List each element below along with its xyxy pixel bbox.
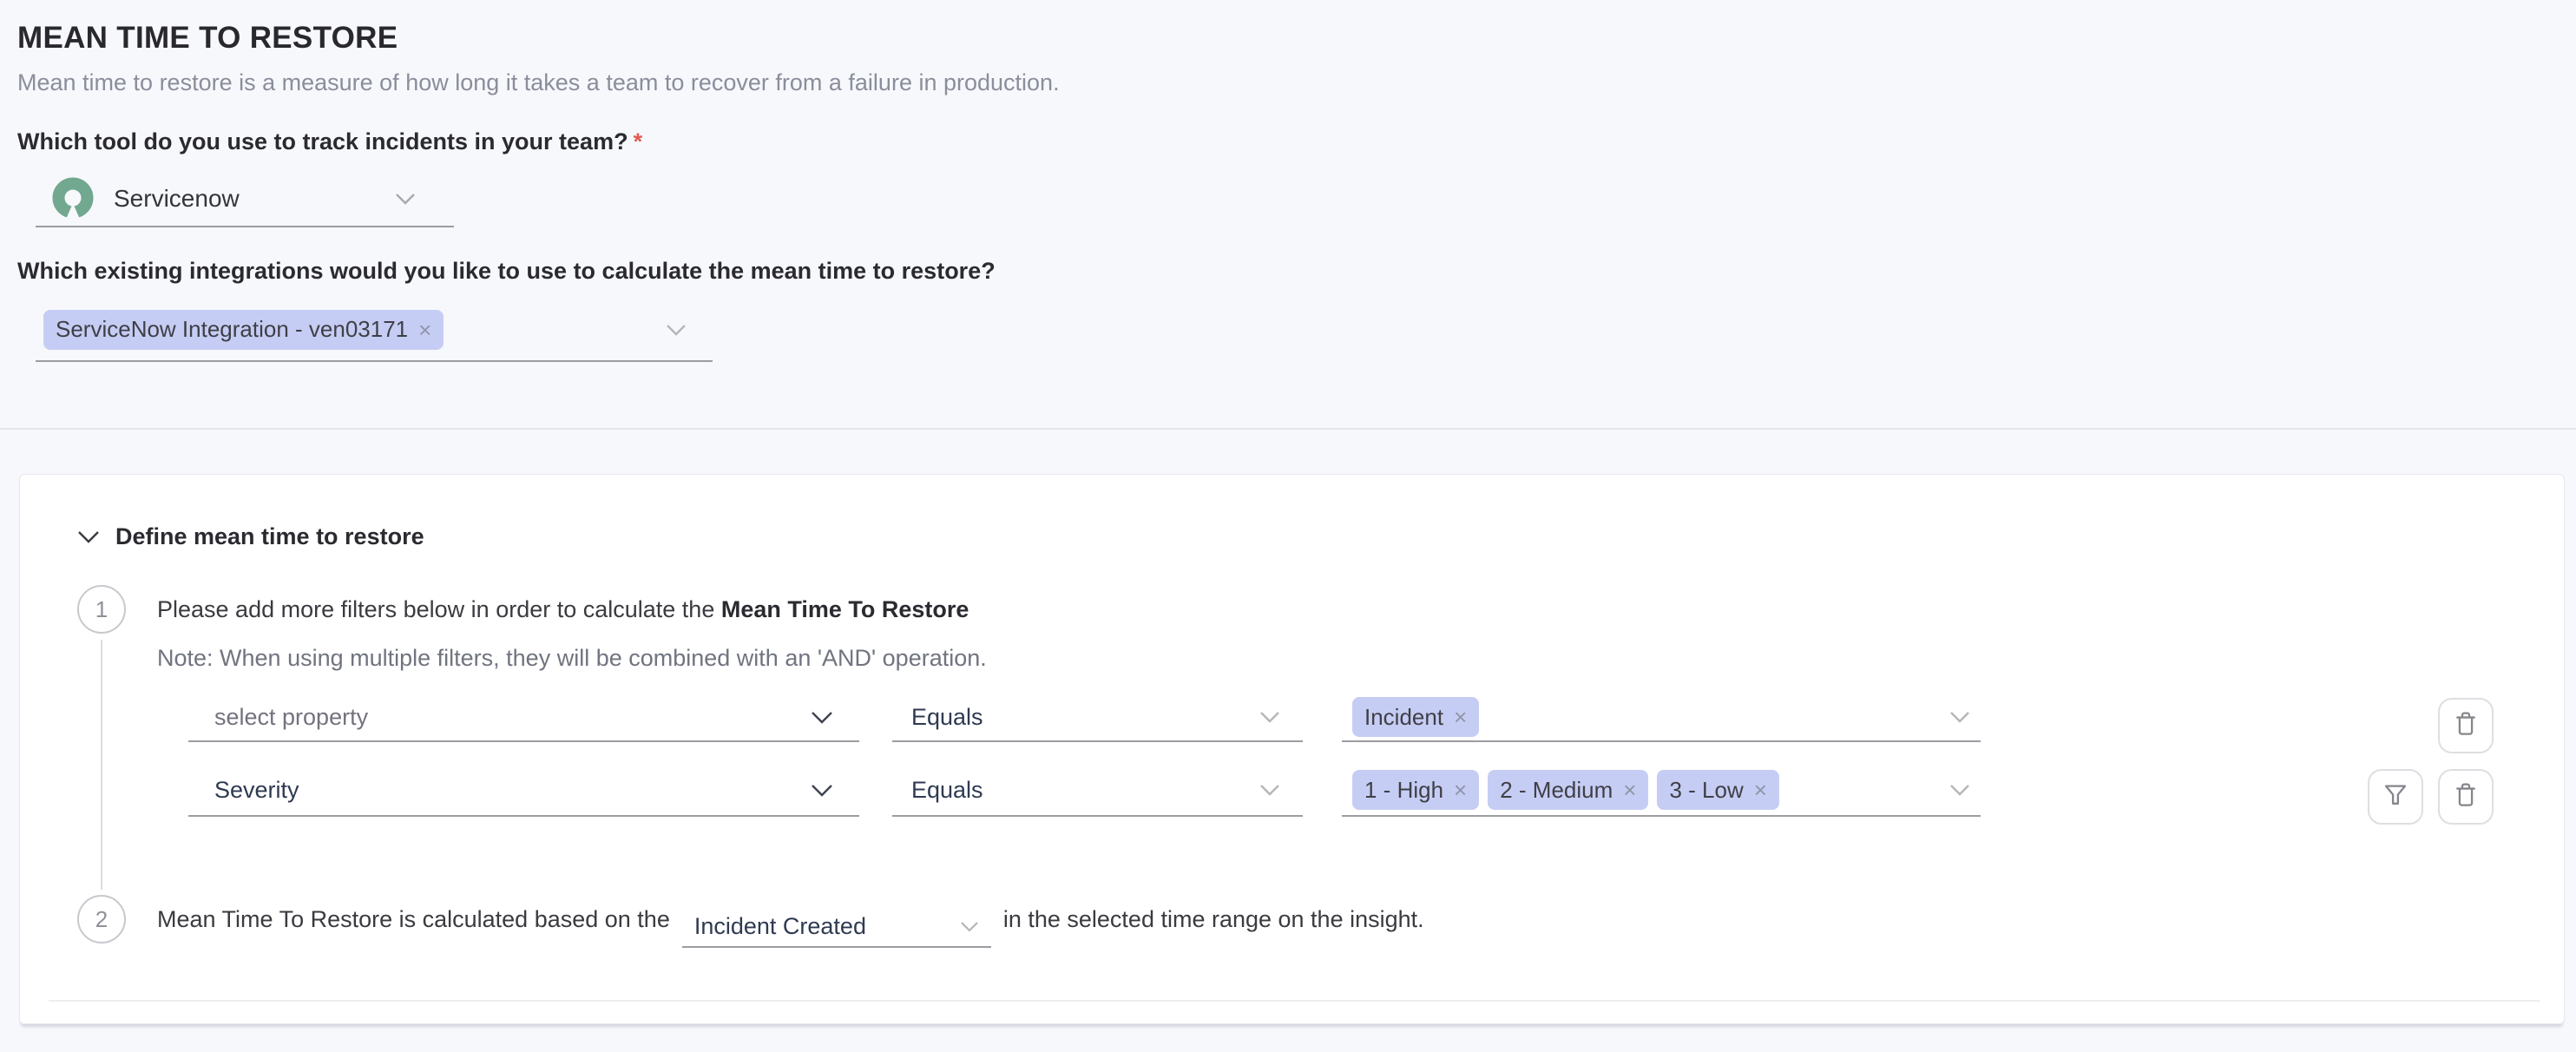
chevron-down-icon (1259, 784, 1280, 796)
integration-chip: ServiceNow Integration - ven03171 × (43, 310, 444, 350)
step-connector-line (101, 640, 102, 890)
servicenow-logo-icon (51, 177, 95, 220)
page-title: MEAN TIME TO RESTORE (17, 21, 398, 56)
filter-value-chip: Incident × (1352, 697, 1479, 737)
filter-row2-property-value: Severity (214, 777, 299, 804)
delete-filter-row2-button[interactable] (2438, 769, 2494, 825)
tool-select[interactable]: Servicenow (36, 172, 454, 227)
chevron-down-icon (666, 324, 687, 336)
filter-value-chip: 3 - Low × (1657, 770, 1778, 810)
step-2-instruction-suffix: in the selected time range on the insigh… (1003, 906, 1424, 933)
define-mttr-panel: Define mean time to restore 1 Please add… (19, 474, 2565, 1024)
step-1-note: Note: When using multiple filters, they … (157, 645, 987, 672)
filter-row1-property-placeholder: select property (214, 704, 368, 731)
filter-row2-property-select[interactable]: Severity (188, 765, 859, 817)
chevron-down-icon (1259, 711, 1280, 723)
filter-row1-operator-value: Equals (911, 704, 983, 731)
filter-value-chip-label: 3 - Low (1669, 777, 1743, 804)
filter-row1-operator-select[interactable]: Equals (892, 694, 1303, 742)
filter-value-chip: 1 - High × (1352, 770, 1479, 810)
step-1-badge: 1 (77, 585, 126, 634)
funnel-filter-icon (2382, 782, 2408, 812)
filter-row2-values-select[interactable]: 1 - High × 2 - Medium × 3 - Low × (1342, 765, 1981, 817)
mean-time-to-restore-page: MEAN TIME TO RESTORE Mean time to restor… (0, 0, 2576, 1052)
remove-chip-icon[interactable]: × (1454, 779, 1467, 801)
filter-row1-values-select[interactable]: Incident × (1342, 694, 1981, 742)
step-2-badge: 2 (77, 895, 126, 944)
trash-icon (2453, 710, 2479, 742)
remove-chip-icon[interactable]: × (418, 319, 431, 341)
step-1-instruction-bold: Mean Time To Restore (721, 596, 969, 622)
filter-value-chip-label: 1 - High (1364, 777, 1443, 804)
chevron-down-icon (811, 711, 833, 724)
integrations-select[interactable]: ServiceNow Integration - ven03171 × (36, 299, 713, 362)
panel-footer-divider (49, 1000, 2540, 1002)
delete-filter-row1-button[interactable] (2438, 698, 2494, 753)
filter-value-chip: 2 - Medium × (1488, 770, 1648, 810)
step-2-instruction: Mean Time To Restore is calculated based… (157, 895, 1424, 944)
chevron-down-icon (77, 530, 100, 543)
step-1-instruction: Please add more filters below in order t… (157, 596, 969, 623)
remove-chip-icon[interactable]: × (1754, 779, 1767, 801)
remove-chip-icon[interactable]: × (1623, 779, 1636, 801)
chevron-down-icon (960, 921, 979, 932)
trash-icon (2453, 781, 2479, 813)
panel-collapse-header[interactable]: Define mean time to restore (77, 523, 424, 550)
chevron-down-icon (811, 784, 833, 797)
filter-value-chip-label: Incident (1364, 704, 1443, 731)
timestamp-field-value: Incident Created (694, 913, 866, 940)
required-asterisk: * (634, 128, 643, 155)
chevron-down-icon (1949, 784, 1970, 796)
filter-row2-operator-select[interactable]: Equals (892, 765, 1303, 817)
filter-row2-operator-value: Equals (911, 777, 983, 804)
timestamp-field-select[interactable]: Incident Created (682, 906, 991, 948)
tool-question-text: Which tool do you use to track incidents… (17, 128, 628, 155)
tool-select-value: Servicenow (114, 185, 240, 213)
chevron-down-icon (1949, 711, 1970, 723)
remove-chip-icon[interactable]: × (1454, 706, 1467, 728)
step-2-instruction-prefix: Mean Time To Restore is calculated based… (157, 906, 670, 933)
chevron-down-icon (395, 193, 416, 205)
section-divider (0, 428, 2576, 430)
step-1-instruction-prefix: Please add more filters below in order t… (157, 596, 721, 622)
panel-header-title: Define mean time to restore (115, 523, 424, 550)
integrations-question-label: Which existing integrations would you li… (17, 258, 996, 285)
page-subtitle: Mean time to restore is a measure of how… (17, 69, 1060, 96)
filter-options-row2-button[interactable] (2368, 769, 2423, 825)
integration-chip-label: ServiceNow Integration - ven03171 (56, 316, 408, 343)
filter-row1-property-select[interactable]: select property (188, 694, 859, 742)
filter-value-chip-label: 2 - Medium (1500, 777, 1613, 804)
tool-question-label: Which tool do you use to track incidents… (17, 128, 642, 155)
